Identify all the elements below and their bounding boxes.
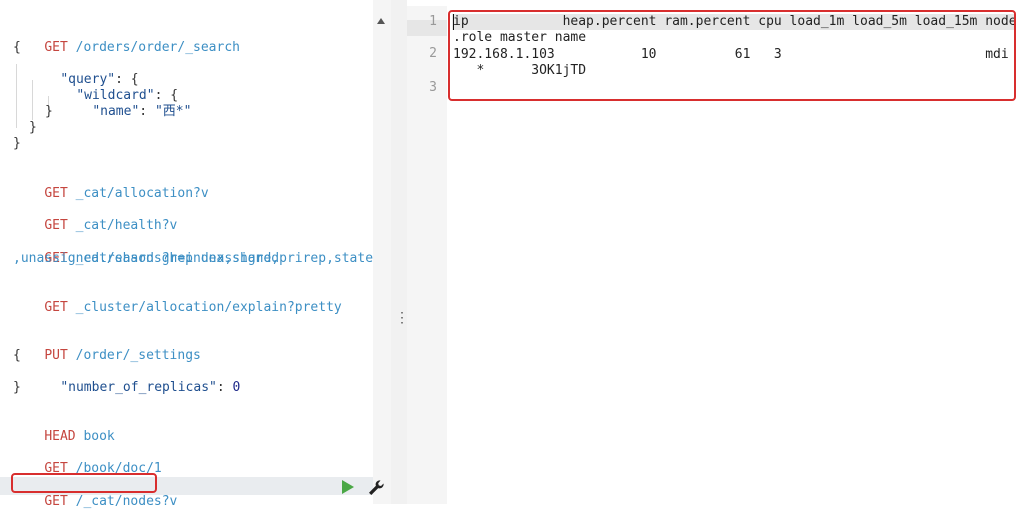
request-line[interactable]: GET _cat/shards?h=index,shard,prirep,sta… (13, 235, 373, 266)
json-string: "西*" (154, 104, 192, 119)
json-number: 0 (232, 380, 241, 395)
request-line[interactable]: GET _cat/allocation?v (13, 170, 208, 201)
line-number: 1 (429, 14, 437, 29)
chevron-up-icon[interactable] (377, 18, 385, 24)
json-key: "number_of_replicas" (60, 380, 217, 395)
json-brace: } (13, 136, 21, 151)
line-number: 2 (429, 46, 437, 61)
request-line[interactable]: GET _cluster/allocation/explain?pretty (13, 284, 341, 315)
http-method: HEAD (44, 429, 76, 444)
active-request-highlight-box (11, 473, 157, 493)
vertical-dots-icon[interactable]: ⋮ (395, 310, 409, 326)
json-brace: } (29, 120, 37, 135)
http-method: PUT (44, 348, 68, 363)
http-method: GET (44, 218, 68, 233)
json-punc: : (216, 380, 233, 395)
indent-guide (16, 64, 17, 128)
editor-scrollbar[interactable] (373, 0, 391, 504)
http-method: GET (44, 40, 68, 55)
line-number-gutter: 1 2 3 (407, 6, 447, 504)
request-line[interactable]: GET /book/doc/1 (13, 445, 161, 476)
json-brace: } (45, 104, 53, 119)
response-highlight-box (448, 10, 1016, 101)
json-line: "query": { (29, 56, 138, 87)
request-path: /order/_settings (75, 348, 201, 363)
panel-divider[interactable]: ⋮ (391, 0, 409, 504)
json-line: "number_of_replicas": 0 (29, 364, 240, 395)
json-brace: } (13, 380, 21, 395)
request-line[interactable]: GET _cat/health?v (13, 202, 177, 233)
request-path: _cat/allocation?v (75, 186, 209, 201)
request-line[interactable]: HEAD book (13, 413, 114, 444)
response-panel: 1 2 3 ip heap.percent ram.percent cpu lo… (407, 0, 1020, 504)
line-number: 3 (429, 80, 437, 95)
request-path-continuation: ,unassigned.reason grep unassigned (13, 251, 280, 266)
http-method: GET (44, 300, 68, 315)
wrench-icon[interactable] (366, 478, 386, 498)
request-line[interactable]: GET /orders/order/_search (13, 24, 240, 55)
json-punc: : (139, 104, 155, 119)
request-path: /orders/order/_search (75, 40, 240, 55)
request-path: book (83, 429, 115, 444)
json-line: "wildcard": { (45, 72, 178, 103)
http-method: GET (44, 186, 68, 201)
play-icon[interactable] (342, 480, 354, 494)
request-editor[interactable]: GET /orders/order/_search { "query": { "… (0, 0, 373, 509)
http-method: GET (44, 494, 68, 509)
json-line: "name": "西*" (61, 88, 191, 119)
request-path: _cat/health?v (75, 218, 178, 233)
json-brace: { (13, 40, 21, 55)
json-brace: { (13, 348, 21, 363)
request-path: /_cat/nodes?v (75, 494, 178, 509)
request-line[interactable]: PUT /order/_settings (13, 332, 201, 363)
json-key: "name" (92, 104, 140, 119)
request-path: _cluster/allocation/explain?pretty (75, 300, 342, 315)
